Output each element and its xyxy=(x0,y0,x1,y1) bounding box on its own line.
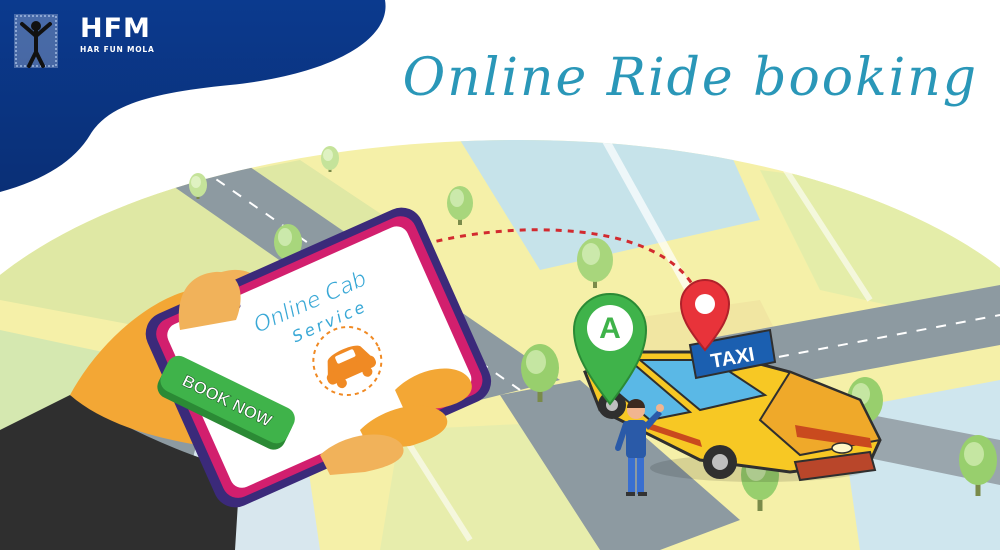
logo-wordmark: HFM HAR FUN MOLA xyxy=(80,13,155,55)
logo-abbreviation: HFM xyxy=(80,13,151,44)
banner: TAXI A Online Cab Service BOOK NOW HFM H… xyxy=(0,0,1000,550)
logo-tagline: HAR FUN MOLA xyxy=(80,45,155,54)
page-title: Online Ride booking xyxy=(402,48,978,108)
pickup-marker-letter: A xyxy=(599,312,621,345)
hfm-logo-icon xyxy=(14,14,58,68)
